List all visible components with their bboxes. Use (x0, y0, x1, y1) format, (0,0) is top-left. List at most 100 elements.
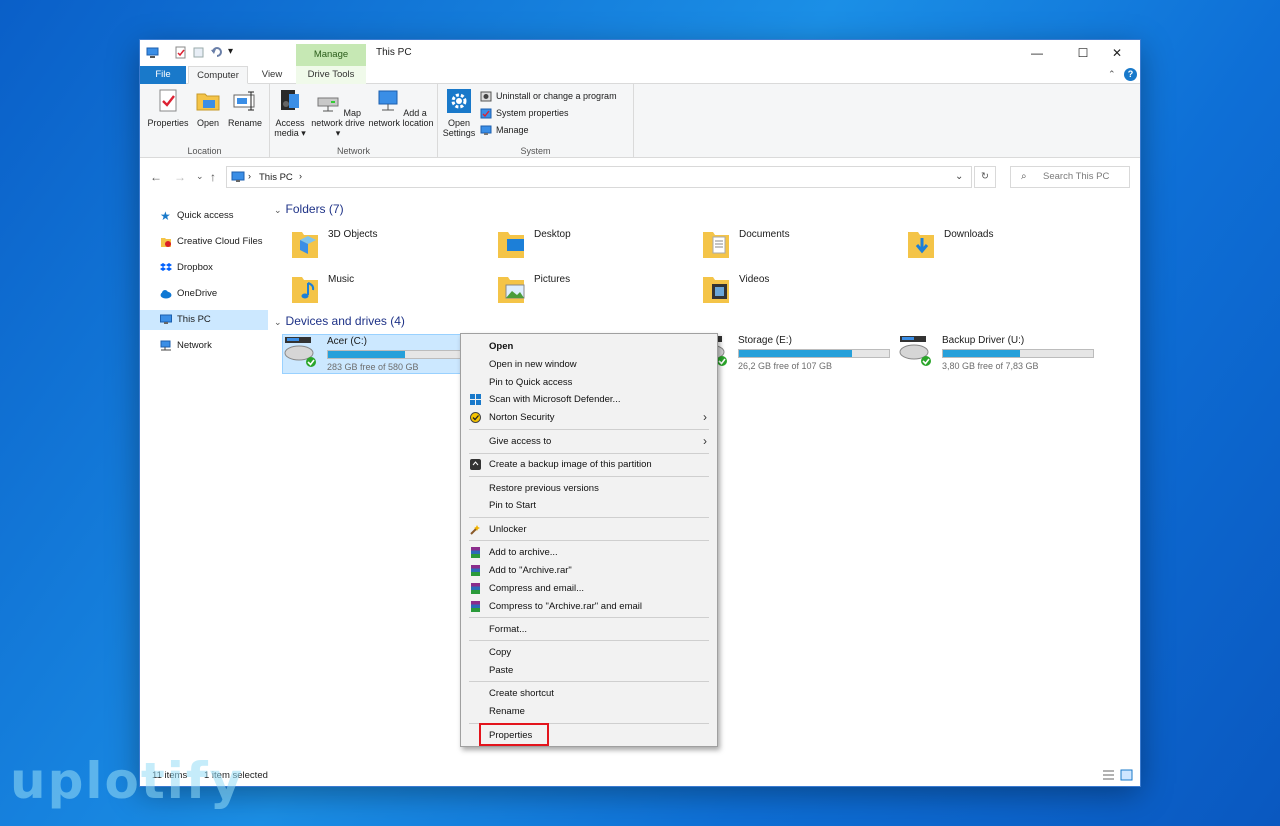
winrar-icon (471, 583, 480, 594)
minimize-button[interactable]: — (1014, 40, 1060, 66)
menu-item-open-new-window[interactable]: Open in new window (463, 356, 715, 373)
open-ribbon-button[interactable]: Open (192, 88, 224, 128)
menu-item-add-archive-rar[interactable]: Add to "Archive.rar" (463, 562, 715, 579)
system-properties-label: System properties (496, 108, 569, 118)
details-view-icon[interactable] (1102, 769, 1115, 781)
close-button[interactable]: ✕ (1094, 40, 1140, 66)
map-network-drive-button[interactable]: Map network drive ▾ (308, 88, 368, 138)
manage-contextual-tab[interactable]: Manage (296, 44, 366, 66)
sidebar-item-label: Quick access (177, 210, 234, 221)
drives-heading[interactable]: ⌄ Devices and drives (4) (274, 314, 405, 328)
drive-backup-u[interactable]: Backup Driver (U:) 3,80 GB free of 7,83 … (898, 334, 1098, 374)
menu-item-backup-image[interactable]: Create a backup image of this partition (463, 456, 715, 473)
properties-ribbon-button[interactable]: Properties (146, 88, 190, 128)
address-bar[interactable]: › This PC › ⌄ (226, 166, 972, 188)
folder-label: Videos (739, 274, 770, 285)
sidebar-item-creative-cloud[interactable]: Creative Cloud Files (140, 232, 268, 252)
tab-file[interactable]: File (140, 66, 186, 84)
sidebar-item-onedrive[interactable]: OneDrive (140, 284, 268, 304)
sidebar-item-this-pc[interactable]: This PC (140, 310, 268, 330)
uninstall-program-button[interactable]: Uninstall or change a program (480, 89, 617, 104)
properties-quick-icon[interactable] (174, 46, 187, 59)
customize-qat-icon[interactable]: ▾ (228, 46, 233, 57)
up-arrow-icon[interactable]: ↑ (210, 170, 216, 184)
menu-separator (469, 617, 709, 618)
search-input[interactable]: ⌕ Search This PC (1010, 166, 1130, 188)
open-settings-button[interactable]: Open Settings (440, 88, 478, 138)
hard-drive-icon (899, 336, 931, 366)
rename-ribbon-button[interactable]: Rename (226, 88, 264, 128)
undo-quick-icon[interactable] (210, 46, 223, 59)
refresh-button[interactable]: ↻ (974, 166, 996, 188)
large-icons-view-icon[interactable] (1120, 769, 1133, 781)
drive-storage-e[interactable]: Storage (E:) 26,2 GB free of 107 GB (694, 334, 894, 374)
menu-item-norton[interactable]: Norton Security › (463, 409, 715, 426)
folder-videos[interactable]: Videos (701, 271, 901, 311)
menu-item-compress-rar-email[interactable]: Compress to "Archive.rar" and email (463, 598, 715, 615)
menu-item-scan-defender[interactable]: Scan with Microsoft Defender... (463, 391, 715, 408)
ribbon-tabs: File Computer View Drive Tools ⌃ ? (140, 66, 1140, 84)
menu-item-rename[interactable]: Rename (463, 703, 715, 720)
pictures-folder-icon (498, 277, 525, 303)
menu-item-unlocker[interactable]: Unlocker (463, 521, 715, 538)
sidebar-item-dropbox[interactable]: Dropbox (140, 258, 268, 278)
menu-item-pin-quick-access[interactable]: Pin to Quick access (463, 374, 715, 391)
tab-drive-tools[interactable]: Drive Tools (296, 66, 366, 84)
recent-locations-chevron-icon[interactable]: ⌄ (196, 171, 204, 182)
menu-item-copy[interactable]: Copy (463, 644, 715, 661)
folder-desktop[interactable]: Desktop (496, 226, 696, 266)
forward-arrow-icon[interactable]: → (174, 170, 186, 184)
system-properties-button[interactable]: System properties (480, 106, 569, 121)
folder-music[interactable]: Music (290, 271, 490, 311)
collapse-chevron-icon[interactable]: ⌄ (274, 205, 282, 215)
menu-item-label: Unlocker (489, 524, 527, 535)
sidebar-item-label: Creative Cloud Files (177, 236, 263, 247)
menu-item-open[interactable]: Open (463, 338, 715, 355)
menu-item-create-shortcut[interactable]: Create shortcut (463, 685, 715, 702)
access-media-button[interactable]: Access media ▾ (272, 88, 308, 138)
menu-item-label: Add to archive... (489, 547, 558, 558)
folder-label: Downloads (944, 229, 994, 240)
folder-downloads[interactable]: Downloads (906, 226, 1106, 266)
folder-pictures[interactable]: Pictures (496, 271, 696, 311)
add-network-location-button[interactable]: Add a network location (368, 88, 434, 128)
sidebar-item-network[interactable]: Network (140, 336, 268, 356)
menu-item-pin-start[interactable]: Pin to Start (463, 497, 715, 514)
settings-gear-icon (447, 89, 471, 113)
collapse-ribbon-icon[interactable]: ⌃ (1108, 69, 1116, 80)
menu-item-paste[interactable]: Paste (463, 662, 715, 679)
breadcrumb-chevron-icon[interactable]: › (299, 171, 302, 181)
tab-view[interactable]: View (252, 66, 292, 84)
back-arrow-icon[interactable]: ← (150, 170, 162, 184)
folder-3d-objects[interactable]: 3D Objects (290, 226, 490, 266)
rename-label: Rename (227, 118, 263, 128)
sidebar-item-label: Network (177, 340, 212, 351)
tab-computer[interactable]: Computer (188, 66, 248, 84)
window-title: This PC (376, 47, 412, 58)
uninstall-label: Uninstall or change a program (496, 91, 617, 101)
collapse-chevron-icon[interactable]: ⌄ (274, 317, 282, 327)
menu-item-compress-email[interactable]: Compress and email... (463, 580, 715, 597)
properties-highlight-annotation (479, 723, 549, 746)
folder-documents[interactable]: Documents (701, 226, 901, 266)
manage-button[interactable]: Manage (480, 123, 529, 138)
address-dropdown-icon[interactable]: ⌄ (955, 171, 963, 182)
folders-heading-label: Folders (7) (285, 202, 344, 216)
folders-heading[interactable]: ⌄ Folders (7) (274, 202, 344, 216)
menu-item-add-archive[interactable]: Add to archive... (463, 544, 715, 561)
help-icon[interactable]: ? (1124, 68, 1137, 81)
drive-acer-c[interactable]: Acer (C:) 283 GB free of 580 GB (282, 334, 482, 374)
menu-item-format[interactable]: Format... (463, 621, 715, 638)
new-folder-quick-icon[interactable] (192, 46, 205, 59)
sidebar-item-quick-access[interactable]: ★ Quick access (140, 206, 268, 226)
add-network-location-icon (378, 90, 398, 111)
this-pc-address-icon (231, 171, 245, 182)
winrar-icon (471, 601, 480, 612)
navigation-bar: ← → ⌄ ↑ › This PC › ⌄ ↻ ⌕ Search This PC (140, 158, 1140, 194)
open-folder-icon (196, 93, 220, 111)
menu-item-give-access[interactable]: Give access to › (463, 433, 715, 450)
system-group: Open Settings Uninstall or change a prog… (438, 84, 634, 158)
menu-item-restore-versions[interactable]: Restore previous versions (463, 480, 715, 497)
menu-separator (469, 429, 709, 430)
search-icon: ⌕ (1021, 171, 1027, 182)
